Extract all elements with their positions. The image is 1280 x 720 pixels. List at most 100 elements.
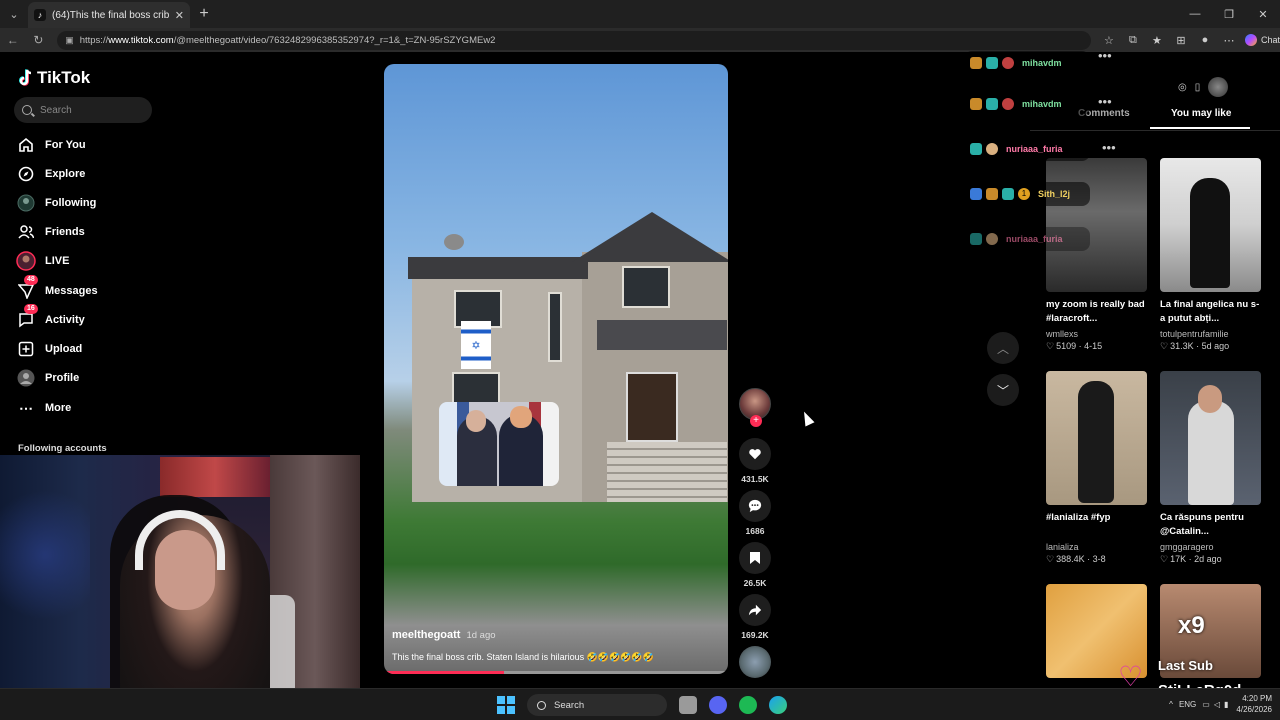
card-author[interactable]: wmllexs	[1046, 329, 1147, 339]
tray-overflow-icon[interactable]: ^	[1169, 700, 1173, 709]
windows-start-icon[interactable]	[497, 696, 515, 714]
favorites-icon[interactable]: ★	[1145, 34, 1169, 47]
url-prefix: https://	[79, 34, 109, 46]
discord-icon[interactable]	[709, 696, 727, 714]
video-card[interactable]: La final angelica nu s-a putut abți... t…	[1160, 158, 1261, 352]
url-field[interactable]: ▣ https://www.tiktok.com/@meelthegoatt/v…	[57, 30, 1091, 50]
copilot-icon	[1244, 34, 1257, 46]
language-indicator[interactable]: ENG	[1179, 700, 1196, 709]
tiktok-logo-icon	[19, 69, 32, 86]
following-icon	[16, 193, 36, 213]
sidebar-item-label: More	[45, 402, 72, 414]
more-icon: ⋯	[19, 399, 33, 416]
collections-icon[interactable]: ⊞	[1169, 34, 1193, 47]
video-author[interactable]: meelthegoatt 1d ago	[392, 629, 496, 641]
israel-flag: ✡	[461, 321, 491, 369]
sidebar-item-friends[interactable]: Friends	[16, 221, 85, 243]
sidebar-item-more[interactable]: ⋯ More	[16, 397, 71, 419]
search-icon	[537, 700, 546, 710]
follow-plus-icon[interactable]: +	[750, 415, 762, 427]
close-tab-icon[interactable]: ✕	[175, 9, 184, 22]
volume-icon[interactable]: ◁	[1214, 700, 1220, 709]
previous-video-button[interactable]: ︿	[987, 332, 1019, 364]
author-avatar[interactable]: +	[739, 388, 771, 427]
user-avatar[interactable]	[1208, 77, 1229, 97]
chat-username: nuriaaa_furia	[1006, 234, 1063, 244]
post-age: 1d ago	[466, 630, 496, 641]
favorite-star-icon[interactable]: ☆	[1097, 34, 1121, 47]
device-icon[interactable]: ▯	[1195, 82, 1201, 93]
card-author[interactable]: lanializa	[1046, 542, 1147, 552]
video-progress-bar[interactable]	[384, 671, 728, 674]
back-button[interactable]: ←	[0, 28, 26, 52]
card-date: 3-8	[1092, 554, 1106, 564]
sidebar-item-explore[interactable]: Explore	[16, 163, 85, 185]
search-input[interactable]: Search	[14, 97, 152, 123]
share-icon	[748, 604, 762, 616]
sidebar-item-following[interactable]: Following	[16, 192, 96, 214]
site-info-icon[interactable]: ▣	[65, 35, 74, 46]
sidebar-item-profile[interactable]: Profile	[16, 367, 79, 389]
sidebar-item-label: For You	[45, 139, 86, 151]
sub-badge-icon	[986, 98, 998, 110]
spotify-icon[interactable]	[739, 696, 757, 714]
minimize-button[interactable]: —	[1178, 0, 1212, 28]
edge-browser-icon[interactable]	[769, 696, 787, 714]
close-window-button[interactable]: ✕	[1246, 0, 1280, 28]
card-author[interactable]: gmggaragero	[1160, 542, 1261, 552]
browser-tab[interactable]: ♪ (64)This the final boss crib. Staten ✕	[28, 2, 190, 28]
card-meta: ♡ 31.3K · 5d ago	[1160, 341, 1230, 351]
messages-icon: 48	[16, 275, 38, 301]
comment-button[interactable]: 1686	[739, 490, 771, 536]
sidebar-item-upload[interactable]: Upload	[16, 338, 82, 360]
url-host: www.tiktok.com	[108, 34, 174, 46]
card-likes: 5109	[1056, 341, 1077, 351]
chat-username: Sith_l2j	[1038, 189, 1071, 199]
sidebar-item-live[interactable]: LIVE	[16, 250, 69, 272]
tiktok-logo[interactable]: TikTok	[18, 68, 90, 88]
maximize-button[interactable]: ❐	[1212, 0, 1246, 28]
next-video-button[interactable]: ﹀	[987, 374, 1019, 406]
video-thumbnail	[1046, 158, 1147, 292]
chat-username: mihavdm	[1022, 58, 1062, 68]
activity-badge: 16	[24, 304, 38, 314]
sidebar-item-for-you[interactable]: For You	[16, 134, 86, 156]
new-tab-button[interactable]: +	[190, 0, 218, 28]
system-tray: ^ ENG ▭ ◁ ▮ 4:20 PM 4/26/2026	[1169, 693, 1272, 715]
extensions-icon[interactable]: ⧉	[1121, 34, 1145, 47]
clock[interactable]: 4:20 PM 4/26/2026	[1236, 693, 1272, 715]
video-card[interactable]: #lanializa #fyp lanializa ♡ 388.4K · 3-8	[1046, 371, 1147, 565]
sidebar-item-activity[interactable]: 16 Activity	[16, 304, 85, 331]
brand-name: TikTok	[37, 68, 91, 87]
video-player[interactable]: ✡ meelthegoatt 1d ago This the final boss…	[384, 64, 728, 674]
tab-you-may-like[interactable]: You may like	[1171, 108, 1231, 119]
tab-list-button[interactable]: ⌄	[0, 0, 28, 28]
save-count: 26.5K	[743, 578, 767, 588]
profile-avatar-icon[interactable]: ●	[1193, 34, 1217, 46]
reload-button[interactable]: ↻	[26, 28, 52, 52]
copilot-chat-button[interactable]: Chat	[1244, 34, 1280, 46]
share-button[interactable]: 169.2K	[739, 594, 771, 640]
chat-message: nuriaaa_furia	[964, 227, 1090, 251]
sidebar-item-messages[interactable]: 48 Messages	[16, 275, 98, 302]
card-meta: ♡ 388.4K · 3-8	[1046, 554, 1106, 564]
author-name[interactable]: meelthegoatt	[392, 629, 460, 641]
taskbar-search[interactable]: Search	[527, 694, 667, 716]
card-author[interactable]: totulpentrufamilie	[1160, 329, 1261, 339]
file-explorer-icon[interactable]	[679, 696, 697, 714]
video-card[interactable]: Ca răspuns pentru @Catalin... gmggarager…	[1160, 371, 1261, 565]
like-count: 431.5K	[741, 474, 769, 484]
search-placeholder: Search	[40, 104, 72, 116]
save-button[interactable]: 26.5K	[739, 542, 771, 588]
music-disc-icon[interactable]	[739, 646, 771, 678]
bookmark-icon	[750, 552, 760, 564]
tab-title: (64)This the final boss crib. Staten	[52, 9, 169, 21]
coin-icon[interactable]: ◎	[1178, 82, 1187, 93]
crown-badge-icon	[986, 188, 998, 200]
tiktok-favicon-icon: ♪	[34, 9, 46, 21]
like-button[interactable]: 431.5K	[739, 438, 771, 484]
last-sub-label: Last Sub	[1158, 658, 1213, 673]
network-icon[interactable]: ▭	[1202, 700, 1210, 709]
battery-icon[interactable]: ▮	[1224, 700, 1228, 709]
more-menu-icon[interactable]: ⋯	[1217, 34, 1241, 47]
